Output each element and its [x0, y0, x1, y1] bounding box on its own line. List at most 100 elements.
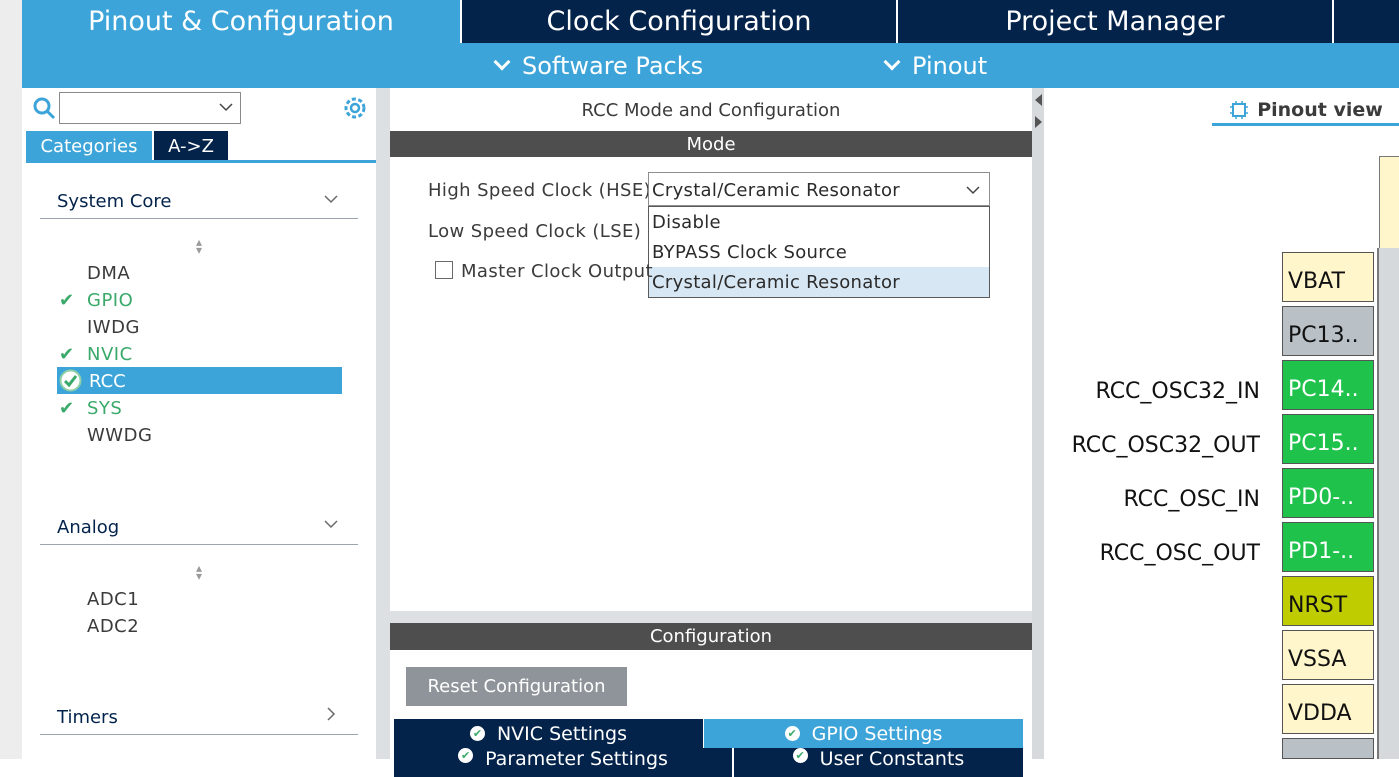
hse-selected-value: Crystal/Ceramic Resonator: [652, 180, 900, 201]
hse-option-disable[interactable]: Disable: [649, 207, 989, 237]
check-circle-icon: ✔: [458, 748, 474, 763]
collapse-arrows-icon[interactable]: [1033, 92, 1043, 132]
mode-header-label: Mode: [686, 133, 736, 155]
chevron-down-icon[interactable]: [323, 518, 339, 530]
tab-label: Parameter Settings: [485, 748, 668, 770]
pin-pd0[interactable]: PD0-..: [1282, 468, 1374, 518]
pinout-menu[interactable]: Pinout: [883, 43, 988, 88]
group-divider: [40, 218, 358, 219]
sort-icon[interactable]: ▴ ▾: [193, 562, 205, 582]
master-clock-output-label: Master Clock Output: [461, 261, 653, 282]
tab-parameter-settings[interactable]: ✔ Parameter Settings: [394, 748, 732, 777]
list-item-gpio[interactable]: GPIO: [87, 290, 133, 311]
tab-label: NVIC Settings: [496, 722, 628, 745]
list-item-adc2[interactable]: ADC2: [87, 616, 139, 637]
categories-panel: [22, 88, 376, 759]
reset-button-label: Reset Configuration: [427, 676, 606, 697]
section-splitter[interactable]: [390, 611, 1032, 623]
sub-tab-bar: [22, 43, 1399, 88]
check-circle-icon: [59, 369, 82, 392]
list-item-dma[interactable]: DMA: [87, 263, 130, 284]
group-divider: [40, 544, 358, 545]
pin-pc13[interactable]: PC13..: [1282, 306, 1374, 356]
list-item-iwdg[interactable]: IWDG: [87, 317, 140, 338]
tab-gpio-settings[interactable]: ✔ GPIO Settings: [704, 719, 1023, 748]
lse-label: Low Speed Clock (LSE): [428, 221, 642, 242]
check-icon: ✔: [59, 344, 75, 365]
reset-configuration-button[interactable]: Reset Configuration: [406, 667, 627, 706]
gear-icon[interactable]: [342, 95, 368, 121]
check-circle-icon: ✔: [784, 726, 800, 741]
pin-pc14[interactable]: PC14..: [1282, 360, 1374, 410]
tab-nvic-settings[interactable]: ✔ NVIC Settings: [394, 719, 703, 748]
chip-body: [1377, 248, 1399, 759]
hse-option-crystal[interactable]: Crystal/Ceramic Resonator: [649, 267, 989, 297]
configuration-header-label: Configuration: [649, 626, 773, 647]
tab-label: GPIO Settings: [811, 722, 943, 745]
master-clock-output-checkbox[interactable]: [435, 261, 453, 279]
search-input[interactable]: [59, 92, 241, 124]
tab-project-manager[interactable]: Project Manager: [898, 0, 1332, 43]
hse-dropdown-list: Disable BYPASS Clock Source Crystal/Cera…: [648, 206, 990, 298]
chevron-down-icon: [966, 186, 980, 195]
software-packs-menu[interactable]: Software Packs: [493, 43, 704, 88]
list-item-rcc[interactable]: RCC: [57, 367, 342, 394]
tab-a-z[interactable]: A->Z: [154, 131, 228, 161]
tab-label: Categories: [40, 135, 138, 157]
panel-splitter[interactable]: [1032, 88, 1044, 759]
hse-select[interactable]: Crystal/Ceramic Resonator: [648, 172, 990, 206]
group-title-timers[interactable]: Timers: [57, 707, 118, 728]
tab-pinout-configuration[interactable]: Pinout & Configuration: [22, 0, 460, 43]
pin-vssa[interactable]: VSSA: [1282, 630, 1374, 680]
group-title-system-core[interactable]: System Core: [57, 191, 172, 212]
panel-title: RCC Mode and Configuration: [581, 100, 841, 121]
hse-label: High Speed Clock (HSE): [428, 180, 652, 201]
tab-divider: [1332, 0, 1334, 43]
check-circle-icon: ✔: [469, 726, 485, 741]
tab-label: Clock Configuration: [546, 6, 812, 37]
software-packs-label: Software Packs: [522, 51, 704, 80]
hse-option-bypass[interactable]: BYPASS Clock Source: [649, 237, 989, 267]
chevron-down-icon[interactable]: [323, 193, 339, 205]
panel-splitter[interactable]: [376, 88, 390, 759]
tab-clock-configuration[interactable]: Clock Configuration: [462, 0, 896, 43]
sort-icon[interactable]: ▴ ▾: [193, 236, 205, 256]
tab-underline: [26, 160, 376, 163]
signal-label: RCC_OSC_IN: [1123, 487, 1260, 512]
list-item-adc1[interactable]: ADC1: [87, 589, 139, 610]
tab-label: Project Manager: [1005, 6, 1225, 37]
list-item-nvic[interactable]: NVIC: [87, 344, 133, 365]
signal-label: RCC_OSC32_OUT: [1071, 433, 1260, 458]
check-circle-icon: ✔: [792, 748, 808, 763]
signal-label: RCC_OSC_OUT: [1099, 541, 1260, 566]
check-icon: ✔: [59, 398, 75, 419]
tab-categories[interactable]: Categories: [26, 131, 152, 161]
window-edge: [0, 0, 22, 759]
tab-pinout-view[interactable]: Pinout view: [1213, 96, 1399, 124]
pin-pc15[interactable]: PC15..: [1282, 414, 1374, 464]
chevron-down-icon: [219, 103, 233, 112]
pin-vdda[interactable]: VDDA: [1282, 684, 1374, 734]
tab-underline: [1212, 123, 1399, 126]
mode-header: Mode: [390, 131, 1032, 157]
list-item-sys[interactable]: SYS: [87, 398, 122, 419]
tab-label: Pinout & Configuration: [88, 6, 394, 37]
pin-nrst[interactable]: NRST: [1282, 576, 1374, 626]
signal-label: RCC_OSC32_IN: [1095, 379, 1261, 404]
list-item-wwdg[interactable]: WWDG: [87, 425, 152, 446]
pinout-view-label: Pinout view: [1257, 99, 1383, 121]
pinout-menu-label: Pinout: [912, 51, 988, 80]
pin-next[interactable]: [1282, 738, 1374, 759]
chevron-down-icon: [883, 53, 901, 70]
chevron-right-icon[interactable]: [325, 706, 337, 722]
pin-vbat[interactable]: VBAT: [1282, 252, 1374, 302]
list-item-label: RCC: [89, 371, 126, 392]
tab-user-constants[interactable]: ✔ User Constants: [734, 748, 1023, 777]
group-title-analog[interactable]: Analog: [57, 517, 119, 538]
configuration-header: Configuration: [390, 623, 1032, 650]
pin-pd1[interactable]: PD1-..: [1282, 522, 1374, 572]
group-divider: [40, 734, 358, 735]
search-icon: [33, 97, 56, 120]
tab-label: A->Z: [168, 135, 214, 157]
tab-label: User Constants: [819, 748, 965, 770]
